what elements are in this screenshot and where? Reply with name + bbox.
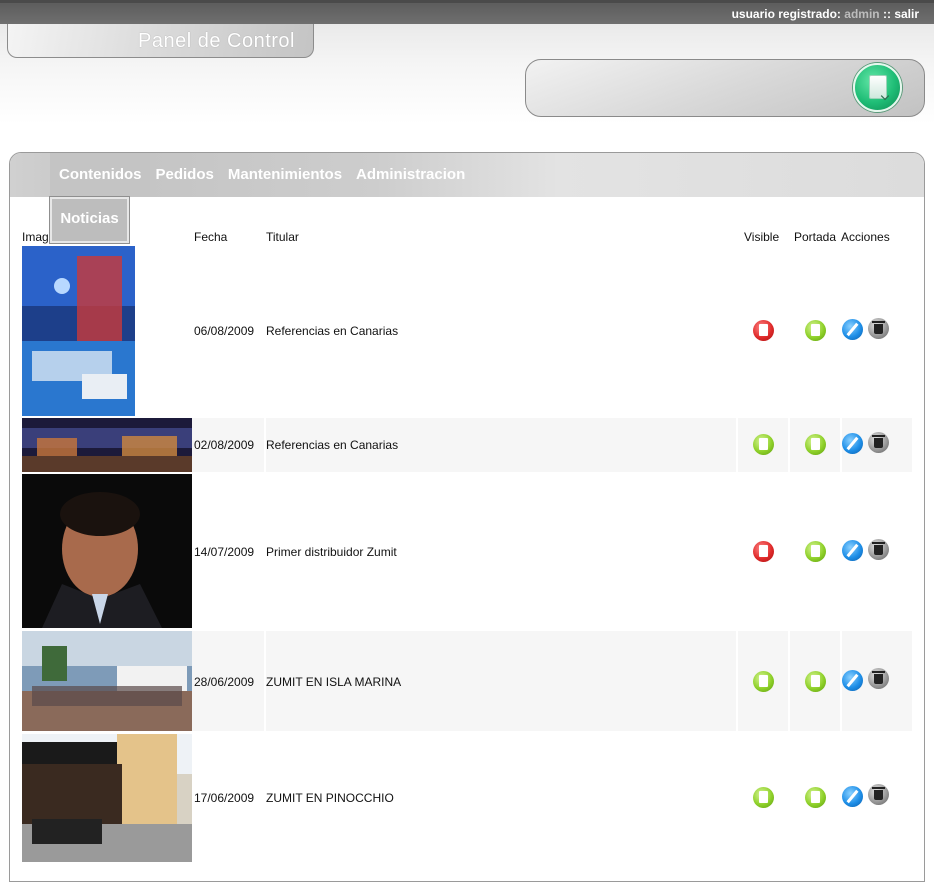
news-thumbnail[interactable] (22, 734, 192, 862)
row-title[interactable]: ZUMIT EN PINOCCHIO (266, 791, 394, 805)
col-header-date: Fecha (194, 230, 228, 244)
table-row: 28/06/2009 ZUMIT EN ISLA MARINA (22, 631, 912, 731)
nav-item-mantenimientos[interactable]: Mantenimientos (228, 166, 342, 183)
news-thumbnail[interactable] (22, 474, 192, 628)
new-document-button[interactable] (853, 63, 902, 112)
row-title[interactable]: Referencias en Canarias (266, 324, 398, 338)
edit-icon[interactable] (842, 433, 863, 454)
table-row: 14/07/2009 Primer distribuidor Zumit (22, 474, 912, 628)
user-label: usuario registrado: (731, 7, 841, 21)
portada-on-icon[interactable] (805, 787, 826, 808)
delete-icon[interactable] (868, 539, 889, 560)
delete-icon[interactable] (868, 318, 889, 339)
separator: :: (882, 7, 891, 21)
nav-item-contenidos[interactable]: Contenidos (59, 166, 142, 183)
visible-on-icon[interactable] (753, 671, 774, 692)
row-date: 28/06/2009 (194, 675, 255, 689)
portada-on-icon[interactable] (805, 434, 826, 455)
subtab-noticias[interactable]: Noticias (50, 197, 129, 243)
nav-item-pedidos[interactable]: Pedidos (156, 166, 214, 183)
portada-on-icon[interactable] (805, 671, 826, 692)
news-thumbnail[interactable] (22, 418, 192, 472)
header-title-tab: Panel de Control (7, 24, 314, 58)
delete-icon[interactable] (868, 668, 889, 689)
row-date: 14/07/2009 (194, 545, 255, 559)
delete-icon[interactable] (868, 784, 889, 805)
visible-on-icon[interactable] (753, 787, 774, 808)
row-title[interactable]: ZUMIT EN ISLA MARINA (266, 675, 401, 689)
user-status: usuario registrado: admin :: salir (732, 7, 919, 21)
top-bar: usuario registrado: admin :: salir (0, 0, 934, 24)
table-row: 02/08/2009 Referencias en Canarias (22, 418, 912, 472)
row-title[interactable]: Referencias en Canarias (266, 438, 398, 452)
main-nav: Contenidos Pedidos Mantenimientos Admini… (59, 166, 465, 183)
portada-on-icon[interactable] (805, 541, 826, 562)
table-row: 06/08/2009 Referencias en Canarias (22, 246, 912, 416)
news-thumbnail[interactable] (22, 246, 135, 416)
col-header-image: Imagen (22, 230, 50, 244)
edit-icon[interactable] (842, 670, 863, 691)
visible-off-icon[interactable] (753, 541, 774, 562)
col-header-title: Titular (266, 230, 299, 244)
page-title: Panel de Control (138, 30, 295, 52)
edit-icon[interactable] (842, 319, 863, 340)
row-date: 06/08/2009 (194, 324, 255, 338)
news-thumbnail[interactable] (22, 631, 192, 731)
logout-link[interactable]: salir (894, 7, 919, 21)
visible-off-icon[interactable] (753, 320, 774, 341)
nav-band: Contenidos Pedidos Mantenimientos Admini… (10, 153, 924, 197)
delete-icon[interactable] (868, 432, 889, 453)
edit-icon[interactable] (842, 786, 863, 807)
row-date: 02/08/2009 (194, 438, 255, 452)
row-title[interactable]: Primer distribuidor Zumit (266, 545, 397, 559)
col-header-actions: Acciones (841, 230, 890, 244)
edit-icon[interactable] (842, 540, 863, 561)
document-icon (869, 75, 887, 99)
row-date: 17/06/2009 (194, 791, 255, 805)
nav-item-administracion[interactable]: Administracion (356, 166, 465, 183)
user-name[interactable]: admin (844, 7, 879, 21)
visible-on-icon[interactable] (753, 434, 774, 455)
portada-on-icon[interactable] (805, 320, 826, 341)
table-row: 17/06/2009 ZUMIT EN PINOCCHIO (22, 734, 912, 862)
col-header-portada: Portada (794, 230, 837, 244)
col-header-visible: Visible (744, 230, 780, 244)
